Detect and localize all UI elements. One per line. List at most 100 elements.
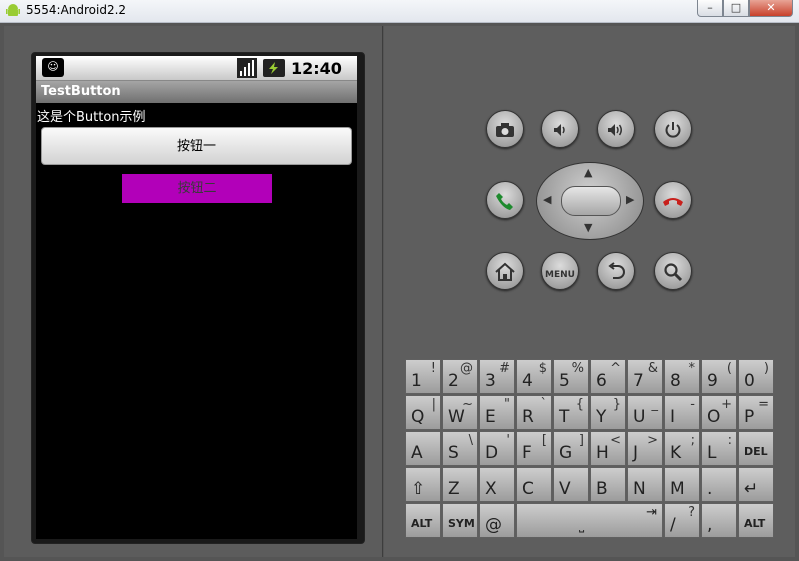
camera-button[interactable]: [486, 110, 524, 148]
app-title-bar: TestButton: [36, 81, 357, 103]
call-button[interactable]: [486, 181, 524, 219]
key-w[interactable]: W ~: [442, 395, 478, 430]
key-r[interactable]: R `: [516, 395, 552, 430]
key-label: 3: [485, 371, 496, 391]
key-j[interactable]: J >: [627, 431, 663, 466]
key-a[interactable]: A: [405, 431, 441, 466]
key-f[interactable]: F[: [516, 431, 552, 466]
key-label: Q: [411, 407, 425, 427]
key-label: 9: [707, 371, 718, 391]
key-b[interactable]: B: [590, 467, 626, 502]
key-alt-label: ": [504, 397, 510, 412]
key-slash[interactable]: /?: [664, 503, 700, 538]
key-alt-right[interactable]: ALT: [738, 503, 774, 538]
power-icon: [665, 122, 681, 138]
back-button[interactable]: [597, 252, 635, 290]
key-del[interactable]: DEL: [738, 431, 774, 466]
key-alt-label: ': [506, 433, 510, 448]
status-bar: ☺ 12:40 PM: [36, 56, 357, 96]
home-button[interactable]: [486, 252, 524, 290]
menu-label: MENU: [545, 270, 575, 280]
dpad-right-icon[interactable]: ▶: [626, 193, 634, 206]
key-label: ↵: [744, 479, 759, 499]
key-label: ⇧: [411, 479, 426, 499]
maximize-button[interactable]: □: [723, 0, 749, 17]
key-3[interactable]: 3 #: [479, 359, 515, 394]
key-2[interactable]: 2 @: [442, 359, 478, 394]
key-d[interactable]: D ': [479, 431, 515, 466]
key-alt-label: ]: [578, 433, 584, 448]
button-two[interactable]: 按钮二: [122, 174, 272, 203]
key-t[interactable]: T{: [553, 395, 589, 430]
keyboard-row-asdf: A S \ D ' F[G] H < J > K; L: DEL: [405, 431, 774, 466]
key-5[interactable]: 5%: [553, 359, 589, 394]
volume-down-button[interactable]: [541, 110, 579, 148]
key-v[interactable]: V: [553, 467, 589, 502]
key-x[interactable]: X: [479, 467, 515, 502]
window-titlebar: 5554:Android2.2 – □ ✕: [0, 0, 799, 23]
key-z[interactable]: Z: [442, 467, 478, 502]
key-e[interactable]: E ": [479, 395, 515, 430]
key-label: X: [485, 479, 497, 499]
key-label: Z: [448, 479, 460, 499]
key-c[interactable]: C: [516, 467, 552, 502]
key-o[interactable]: O +: [701, 395, 737, 430]
key-p[interactable]: P =: [738, 395, 774, 430]
key-sym[interactable]: .: [701, 467, 737, 502]
key-label: SYM: [448, 517, 475, 530]
key-8[interactable]: 8 *: [664, 359, 700, 394]
key-sym[interactable]: ↵: [738, 467, 774, 502]
volume-up-button[interactable]: [597, 110, 635, 148]
key-space[interactable]: ⎵ ⇥: [516, 503, 663, 538]
end-call-icon: [663, 198, 683, 206]
minimize-button[interactable]: –: [697, 0, 723, 17]
key-n[interactable]: N: [627, 467, 663, 502]
search-icon: [664, 263, 683, 282]
dpad-center-button[interactable]: [561, 186, 621, 216]
key-alt-label: ): [763, 361, 769, 376]
key-g[interactable]: G]: [553, 431, 589, 466]
key-label: 7: [633, 371, 644, 391]
key-6[interactable]: 6 ^: [590, 359, 626, 394]
key-at[interactable]: @: [479, 503, 515, 538]
key-7[interactable]: 7 &: [627, 359, 663, 394]
key-1[interactable]: 1!: [405, 359, 441, 394]
menu-button[interactable]: MENU: [541, 252, 579, 290]
key-0[interactable]: 0): [738, 359, 774, 394]
power-button[interactable]: [654, 110, 692, 148]
key-alt-label: |: [431, 397, 436, 412]
key-y[interactable]: Y}: [590, 395, 626, 430]
key-comma[interactable]: ,: [701, 503, 737, 538]
key-sym[interactable]: SYM: [442, 503, 478, 538]
key-i[interactable]: I-: [664, 395, 700, 430]
key-u[interactable]: U _: [627, 395, 663, 430]
dpad-left-icon[interactable]: ◀: [543, 193, 551, 206]
button-one[interactable]: 按钮一: [41, 127, 352, 165]
dpad-up-icon[interactable]: ▲: [584, 166, 592, 179]
key-alt-label: !: [430, 361, 436, 376]
emulator-frame: ☺ 12:40 PM TestButton 这是个Button示例 按: [0, 23, 799, 561]
key-m[interactable]: M: [664, 467, 700, 502]
close-button[interactable]: ✕: [749, 0, 793, 17]
dpad[interactable]: ▲ ▼ ◀ ▶: [536, 162, 644, 240]
key-label: ALT: [744, 517, 766, 530]
key-alt-label: %: [571, 361, 584, 376]
key-label: ALT: [411, 517, 433, 530]
key-q[interactable]: Q |: [405, 395, 441, 430]
key-alt-left[interactable]: ALT: [405, 503, 441, 538]
key-alt-label: [: [541, 433, 547, 448]
android-icon: [6, 4, 20, 16]
dpad-down-icon[interactable]: ▼: [584, 221, 592, 234]
key-alt-label: {: [575, 397, 584, 412]
key-alt-label: #: [499, 361, 510, 376]
key-h[interactable]: H <: [590, 431, 626, 466]
key-9[interactable]: 9(: [701, 359, 737, 394]
key-k[interactable]: K;: [664, 431, 700, 466]
end-call-button[interactable]: [654, 181, 692, 219]
search-button[interactable]: [654, 252, 692, 290]
key-sym[interactable]: ⇧: [405, 467, 441, 502]
key-label: P: [744, 407, 755, 427]
key-4[interactable]: 4 $: [516, 359, 552, 394]
key-l[interactable]: L:: [701, 431, 737, 466]
key-s[interactable]: S \: [442, 431, 478, 466]
